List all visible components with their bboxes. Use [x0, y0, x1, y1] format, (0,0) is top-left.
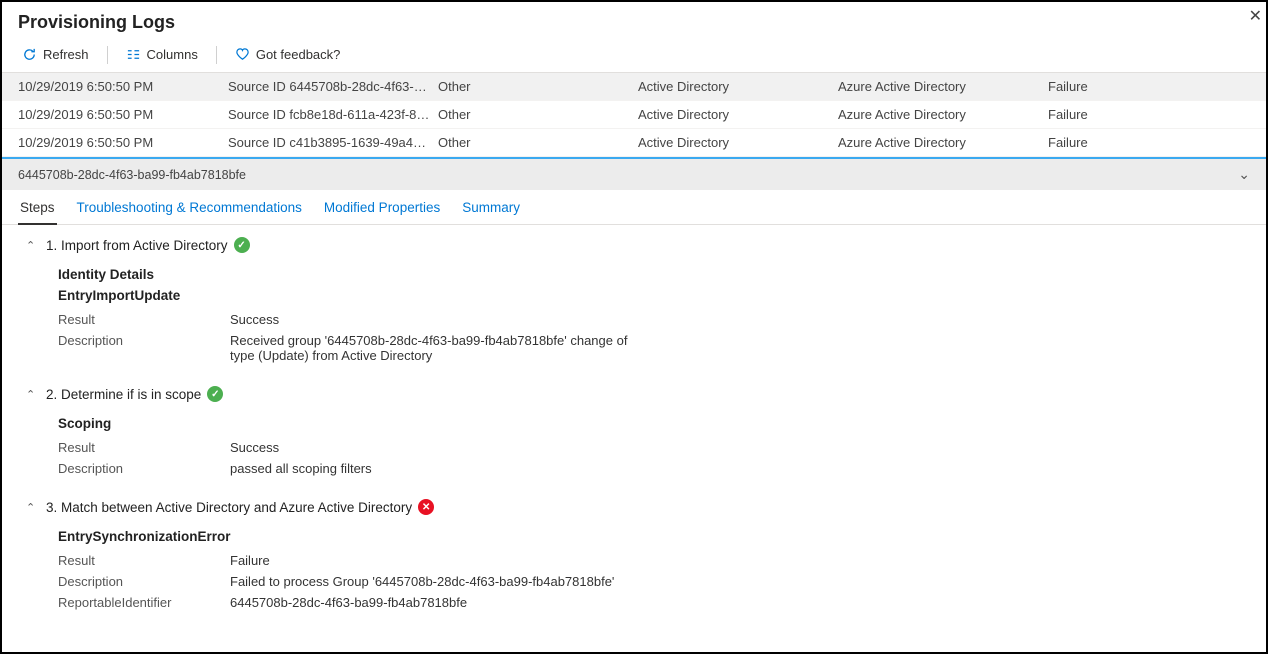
step-header[interactable]: ⌃ 2. Determine if is in scope ✓ [26, 386, 1242, 402]
success-icon: ✓ [234, 237, 250, 253]
chevron-up-icon: ⌃ [26, 388, 40, 401]
toolbar-separator [216, 46, 217, 64]
kv-row: Description Received group '6445708b-28d… [58, 330, 1242, 366]
cell-status: Failure [1048, 107, 1250, 122]
kv-row: Description Failed to process Group '644… [58, 571, 1242, 592]
sub-heading: Scoping [58, 416, 1242, 431]
chevron-down-icon: ⌄ [1238, 166, 1250, 183]
cell-time: 10/29/2019 6:50:50 PM [18, 135, 228, 150]
refresh-label: Refresh [43, 47, 89, 62]
failure-icon: ✕ [418, 499, 434, 515]
detail-header[interactable]: 6445708b-28dc-4f63-ba99-fb4ab7818bfe ⌄ [2, 157, 1266, 190]
step-title: 3. Match between Active Directory and Az… [46, 500, 412, 515]
cell-target-sys: Azure Active Directory [838, 79, 1048, 94]
columns-label: Columns [147, 47, 198, 62]
kv-val: Success [230, 440, 650, 455]
kv-key: Description [58, 461, 230, 476]
cell-action: Other [438, 135, 638, 150]
cell-source: Source ID 6445708b-28dc-4f63-ba99-fb4 [228, 79, 438, 94]
kv-key: Result [58, 312, 230, 327]
kv-row: ReportableIdentifier 6445708b-28dc-4f63-… [58, 592, 1242, 613]
cell-target-sys: Azure Active Directory [838, 107, 1048, 122]
columns-button[interactable]: Columns [122, 45, 202, 64]
kv-key: ReportableIdentifier [58, 595, 230, 610]
kv-key: Description [58, 333, 230, 363]
step-block: ⌃ 3. Match between Active Directory and … [26, 499, 1242, 613]
step-sub-section: EntrySynchronizationError Result Failure… [26, 529, 1242, 613]
table-row[interactable]: 10/29/2019 6:50:50 PM Source ID 6445708b… [2, 73, 1266, 101]
toolbar-separator [107, 46, 108, 64]
refresh-button[interactable]: Refresh [18, 45, 93, 64]
step-block: ⌃ 1. Import from Active Directory ✓ Iden… [26, 237, 1242, 366]
step-sub-section: Identity Details EntryImportUpdate Resul… [26, 267, 1242, 366]
kv-row: Description passed all scoping filters [58, 458, 1242, 479]
tab-summary[interactable]: Summary [460, 196, 522, 224]
step-header[interactable]: ⌃ 1. Import from Active Directory ✓ [26, 237, 1242, 253]
refresh-icon [22, 47, 37, 62]
chevron-up-icon: ⌃ [26, 239, 40, 252]
kv-val: passed all scoping filters [230, 461, 650, 476]
kv-val: Failed to process Group '6445708b-28dc-4… [230, 574, 650, 589]
step-sub-section: Scoping Result Success Description passe… [26, 416, 1242, 479]
close-icon[interactable]: ✕ [1249, 6, 1262, 26]
chevron-up-icon: ⌃ [26, 501, 40, 514]
step-title: 1. Import from Active Directory [46, 238, 228, 253]
kv-val: 6445708b-28dc-4f63-ba99-fb4ab7818bfe [230, 595, 650, 610]
kv-key: Description [58, 574, 230, 589]
cell-source: Source ID fcb8e18d-611a-423f-8838-b9d [228, 107, 438, 122]
detail-id: 6445708b-28dc-4f63-ba99-fb4ab7818bfe [18, 168, 246, 182]
table-row[interactable]: 10/29/2019 6:50:50 PM Source ID c41b3895… [2, 129, 1266, 157]
tab-steps[interactable]: Steps [18, 196, 57, 225]
step-header[interactable]: ⌃ 3. Match between Active Directory and … [26, 499, 1242, 515]
kv-row: Result Success [58, 437, 1242, 458]
kv-row: Result Success [58, 309, 1242, 330]
tab-modified-properties[interactable]: Modified Properties [322, 196, 442, 224]
sub-heading: EntrySynchronizationError [58, 529, 1242, 544]
detail-body: ⌃ 1. Import from Active Directory ✓ Iden… [2, 225, 1266, 655]
success-icon: ✓ [207, 386, 223, 402]
sub-heading: EntryImportUpdate [58, 288, 1242, 303]
cell-action: Other [438, 79, 638, 94]
page-title: Provisioning Logs [2, 2, 1266, 41]
cell-source-sys: Active Directory [638, 135, 838, 150]
cell-status: Failure [1048, 135, 1250, 150]
columns-icon [126, 47, 141, 62]
kv-key: Result [58, 440, 230, 455]
step-block: ⌃ 2. Determine if is in scope ✓ Scoping … [26, 386, 1242, 479]
cell-source: Source ID c41b3895-1639-49a4-a8ea-466 [228, 135, 438, 150]
kv-val: Failure [230, 553, 650, 568]
cell-action: Other [438, 107, 638, 122]
kv-val: Success [230, 312, 650, 327]
feedback-button[interactable]: Got feedback? [231, 45, 345, 64]
sub-heading: Identity Details [58, 267, 1242, 282]
cell-time: 10/29/2019 6:50:50 PM [18, 79, 228, 94]
kv-row: Result Failure [58, 550, 1242, 571]
kv-key: Result [58, 553, 230, 568]
cell-target-sys: Azure Active Directory [838, 135, 1048, 150]
tabs: Steps Troubleshooting & Recommendations … [2, 190, 1266, 225]
toolbar: Refresh Columns Got feedback? [2, 41, 1266, 73]
tab-troubleshooting[interactable]: Troubleshooting & Recommendations [75, 196, 304, 224]
table-row[interactable]: 10/29/2019 6:50:50 PM Source ID fcb8e18d… [2, 101, 1266, 129]
cell-status: Failure [1048, 79, 1250, 94]
heart-icon [235, 47, 250, 62]
kv-val: Received group '6445708b-28dc-4f63-ba99-… [230, 333, 650, 363]
log-table: 10/29/2019 6:50:50 PM Source ID 6445708b… [2, 73, 1266, 157]
step-title: 2. Determine if is in scope [46, 387, 201, 402]
cell-time: 10/29/2019 6:50:50 PM [18, 107, 228, 122]
feedback-label: Got feedback? [256, 47, 341, 62]
cell-source-sys: Active Directory [638, 107, 838, 122]
cell-source-sys: Active Directory [638, 79, 838, 94]
